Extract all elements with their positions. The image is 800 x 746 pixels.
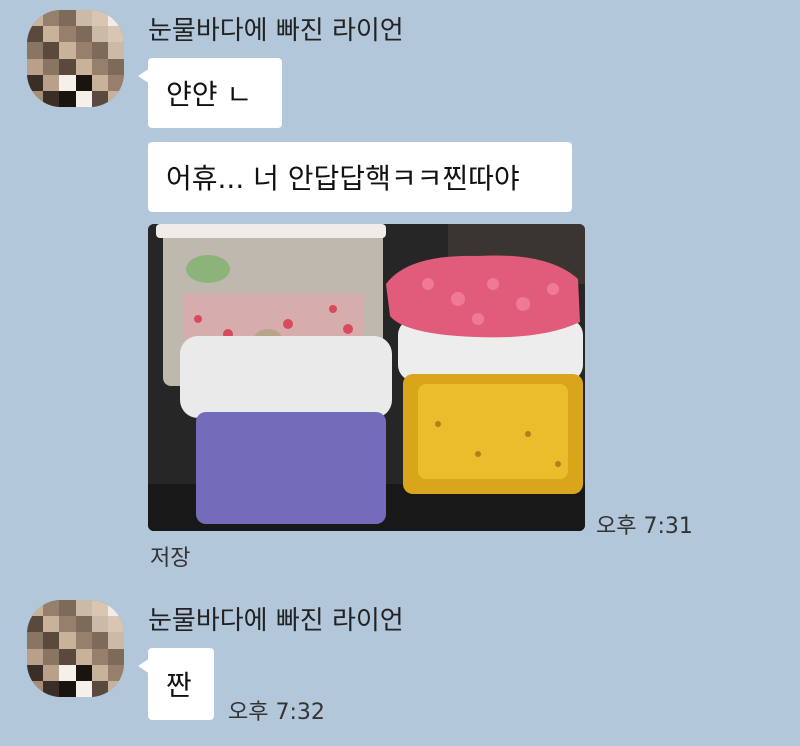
- avatar-mosaic-tile: [91, 91, 108, 107]
- avatar-mosaic-tile: [108, 74, 124, 91]
- photo-message[interactable]: [148, 224, 585, 531]
- avatar-mosaic-tile: [59, 74, 76, 91]
- avatar-mosaic-tile: [43, 616, 60, 633]
- avatar-mosaic-tile: [59, 26, 76, 43]
- avatar-mosaic-tile: [59, 91, 76, 107]
- avatar-mosaic-tile: [91, 10, 108, 27]
- message-time: 오후 7:31: [596, 514, 693, 539]
- avatar-mosaic-tile: [59, 616, 76, 633]
- avatar-mosaic-tile: [91, 42, 108, 59]
- avatar-mosaic-tile: [27, 26, 44, 43]
- avatar-mosaic-tile: [59, 664, 76, 681]
- save-image-button[interactable]: 저장: [150, 540, 190, 572]
- avatar-mosaic-tile: [27, 616, 44, 633]
- avatar-mosaic-tile: [91, 58, 108, 75]
- avatar-mosaic-tile: [75, 664, 92, 681]
- avatar-mosaic-tile: [27, 681, 44, 697]
- avatar-mosaic-tile: [59, 632, 76, 649]
- avatar-mosaic-tile: [59, 42, 76, 59]
- avatar-mosaic-tile: [27, 91, 44, 107]
- avatar-mosaic-tile: [75, 58, 92, 75]
- message-time: 오후 7:32: [228, 700, 325, 725]
- avatar-mosaic-tile: [27, 600, 44, 617]
- avatar-mosaic-tile: [59, 648, 76, 665]
- avatar-mosaic-tile: [108, 91, 124, 107]
- avatar-mosaic-tile: [27, 664, 44, 681]
- message-bubble[interactable]: 어휴... 너 안답답핵ㅋㅋ찐따야: [148, 142, 572, 212]
- avatar-mosaic-tile: [108, 616, 124, 633]
- photo-slime-jars-icon: [148, 224, 585, 531]
- avatar-mosaic-tile: [108, 600, 124, 617]
- avatar-mosaic-tile: [43, 664, 60, 681]
- sender-name: 눈물바다에 빠진 라이언: [148, 606, 404, 636]
- avatar-mosaic-tile: [91, 74, 108, 91]
- avatar-mosaic-tile: [108, 632, 124, 649]
- sender-avatar[interactable]: [27, 600, 124, 697]
- avatar-mosaic-tile: [27, 632, 44, 649]
- avatar-mosaic-tile: [91, 616, 108, 633]
- message-text: 짠: [166, 669, 192, 702]
- avatar-mosaic-tile: [91, 681, 108, 697]
- avatar-mosaic-tile: [43, 91, 60, 107]
- avatar-mosaic-tile: [27, 648, 44, 665]
- sender-avatar[interactable]: [27, 10, 124, 107]
- avatar-mosaic-tile: [43, 42, 60, 59]
- message-text: 어휴... 너 안답답핵ㅋㅋ찐따야: [166, 162, 520, 195]
- avatar-mosaic-tile: [75, 632, 92, 649]
- avatar-mosaic-tile: [75, 26, 92, 43]
- avatar-mosaic-tile: [43, 58, 60, 75]
- avatar-mosaic-tile: [91, 664, 108, 681]
- avatar-mosaic-tile: [91, 600, 108, 617]
- avatar-mosaic-tile: [43, 648, 60, 665]
- avatar-mosaic-tile: [75, 42, 92, 59]
- avatar-mosaic-tile: [75, 10, 92, 27]
- avatar-mosaic-tile: [108, 58, 124, 75]
- avatar-mosaic-tile: [91, 648, 108, 665]
- avatar-mosaic-tile: [27, 42, 44, 59]
- avatar-mosaic-tile: [108, 26, 124, 43]
- avatar-mosaic-tile: [43, 681, 60, 697]
- avatar-mosaic-tile: [43, 600, 60, 617]
- avatar-mosaic-tile: [108, 648, 124, 665]
- avatar-mosaic-tile: [75, 681, 92, 697]
- avatar-mosaic-tile: [75, 600, 92, 617]
- sender-name: 눈물바다에 빠진 라이언: [148, 16, 404, 46]
- avatar-mosaic-tile: [27, 58, 44, 75]
- avatar-mosaic-tile: [75, 91, 92, 107]
- avatar-mosaic-tile: [91, 632, 108, 649]
- avatar-mosaic-tile: [75, 616, 92, 633]
- avatar-mosaic-tile: [43, 74, 60, 91]
- avatar-mosaic-tile: [75, 74, 92, 91]
- avatar-mosaic-tile: [108, 664, 124, 681]
- message-text: 얀얀 ㄴ: [166, 78, 253, 111]
- avatar-mosaic-tile: [27, 74, 44, 91]
- avatar-mosaic-tile: [75, 648, 92, 665]
- message-bubble[interactable]: 짠: [138, 648, 214, 720]
- avatar-mosaic-tile: [43, 10, 60, 27]
- message-bubble[interactable]: 얀얀 ㄴ: [138, 58, 282, 128]
- avatar-mosaic-tile: [108, 681, 124, 697]
- avatar-mosaic-tile: [91, 26, 108, 43]
- avatar-mosaic-tile: [59, 600, 76, 617]
- avatar-mosaic-tile: [108, 42, 124, 59]
- avatar-mosaic-tile: [59, 10, 76, 27]
- avatar-mosaic-tile: [59, 681, 76, 697]
- avatar-mosaic-tile: [108, 10, 124, 27]
- avatar-mosaic-tile: [27, 10, 44, 27]
- avatar-mosaic-tile: [43, 26, 60, 43]
- avatar-mosaic-tile: [59, 58, 76, 75]
- avatar-mosaic-tile: [43, 632, 60, 649]
